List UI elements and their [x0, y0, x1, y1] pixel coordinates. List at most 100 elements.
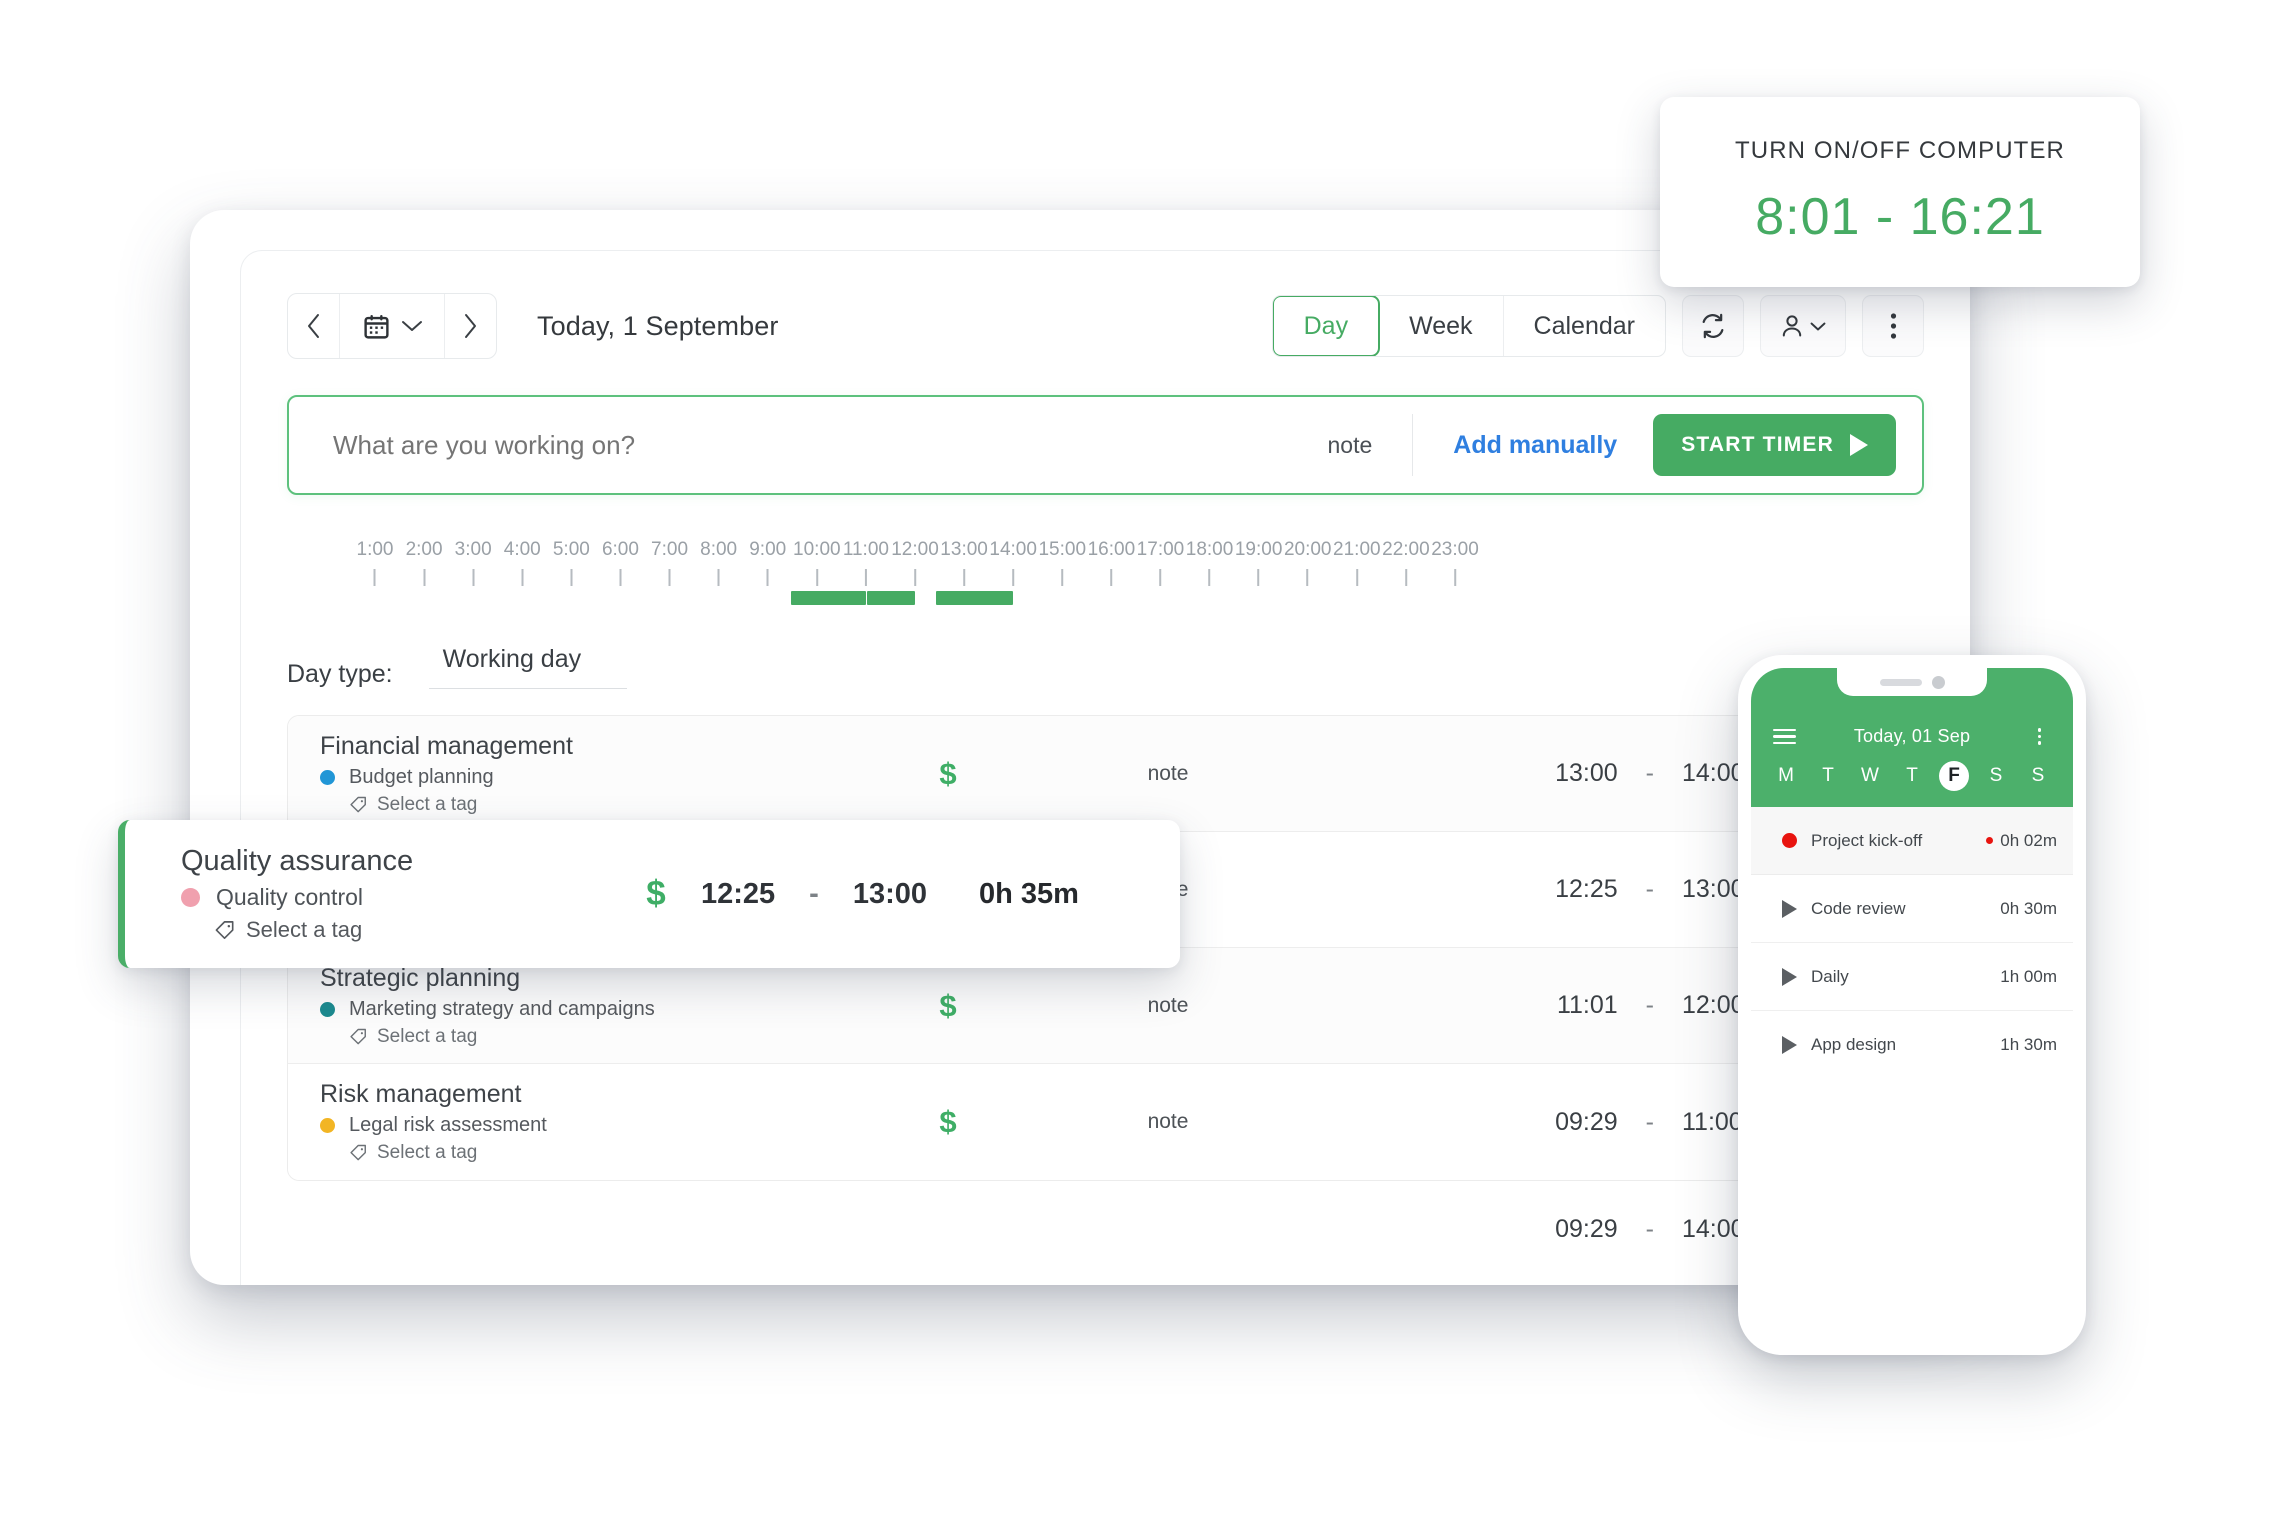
billable-toggle[interactable]: $	[888, 988, 1008, 1024]
refresh-button[interactable]	[1682, 295, 1744, 357]
time-dash: -	[1645, 991, 1654, 1019]
play-icon[interactable]	[1767, 899, 1811, 918]
list-item[interactable]: Daily 1h 00m	[1751, 943, 2073, 1011]
task-note[interactable]: note	[1008, 994, 1328, 1018]
kebab-menu-icon[interactable]	[2028, 728, 2051, 745]
task-tag-selector[interactable]: Select a tag	[349, 1142, 888, 1164]
calendar-picker-button[interactable]	[340, 294, 444, 358]
note-button[interactable]: note	[1328, 432, 1373, 459]
task-time-range: 12:25 - 13:00	[701, 878, 927, 911]
time-dash: -	[1645, 875, 1654, 903]
task-color-dot	[320, 1001, 335, 1017]
add-manually-link[interactable]: Add manually	[1453, 431, 1617, 460]
weekday-tue[interactable]: T	[1813, 761, 1843, 791]
weekday-wed[interactable]: W	[1855, 761, 1885, 791]
timeline-tick-label: 8:00	[700, 539, 738, 560]
timeline-tick-mark	[1159, 569, 1162, 586]
weekday-sun[interactable]: S	[2023, 761, 2053, 791]
billable-toggle[interactable]: $	[611, 874, 701, 914]
timeline-tick-mark	[766, 569, 769, 586]
time-dash: -	[1645, 1107, 1654, 1136]
timeline-tick: 20:00	[1284, 539, 1331, 586]
task-note[interactable]: note	[1008, 762, 1328, 786]
tab-day[interactable]: Day	[1272, 296, 1381, 356]
start-timer-button[interactable]: START TIMER	[1653, 414, 1896, 476]
task-start-time[interactable]: 12:25	[1526, 875, 1618, 904]
timeline-tick-label: 2:00	[405, 539, 443, 560]
toolbar-right-group: Day Week Calendar	[1271, 295, 1924, 357]
timer-entry-bar: note Add manually START TIMER	[287, 395, 1924, 495]
task-duration: 0h 35m	[979, 877, 1079, 910]
desktop-app-window: Today, 1 September Day Week Calendar Wha…	[190, 210, 1970, 1285]
timeline-tick-mark	[1110, 569, 1113, 586]
task-start-time[interactable]: 13:00	[1526, 759, 1618, 788]
phone-task-duration-value: 1h 30m	[2000, 1035, 2057, 1054]
weekday-mon[interactable]: M	[1771, 761, 1801, 791]
previous-day-button[interactable]	[288, 294, 340, 358]
timeline-tick: 4:00	[504, 539, 541, 586]
tab-week[interactable]: Week	[1379, 296, 1504, 356]
date-navigator	[287, 293, 497, 359]
record-icon[interactable]	[1767, 833, 1811, 848]
task-title: Quality assurance	[181, 845, 414, 877]
timeline-tick-mark	[717, 569, 720, 586]
day-type-select[interactable]: Working day	[428, 645, 628, 689]
task-info: Financial management Budget planning Sel…	[288, 732, 888, 816]
phone-task-duration: 0h 30m	[2000, 899, 2057, 919]
day-type-label: Day type:	[287, 660, 393, 688]
weekday-thu[interactable]: T	[1897, 761, 1927, 791]
highlighted-task-card[interactable]: Quality assurance Quality control Select…	[118, 820, 1180, 968]
kebab-menu-icon	[1890, 313, 1896, 339]
timeline-tick-label: 21:00	[1333, 539, 1381, 560]
task-start-time[interactable]: 12:25	[701, 878, 775, 911]
task-tag-selector[interactable]: Select a tag	[349, 1026, 888, 1048]
day-type-row: Day type: Working day	[287, 645, 1924, 689]
timeline-tick: 18:00	[1186, 539, 1233, 586]
timeline-tick-mark	[619, 569, 622, 586]
weekday-fri[interactable]: F	[1939, 761, 1969, 791]
chevron-down-icon	[401, 321, 422, 331]
tab-calendar[interactable]: Calendar	[1504, 296, 1665, 356]
timeline-tick-label: 1:00	[356, 539, 394, 560]
task-tag-selector[interactable]: Select a tag	[349, 794, 888, 816]
more-options-button[interactable]	[1862, 295, 1924, 357]
chevron-right-icon	[465, 314, 476, 338]
task-tag-selector[interactable]: Select a tag	[214, 917, 611, 943]
play-icon[interactable]	[1767, 1036, 1811, 1054]
table-row[interactable]: Financial management Budget planning Sel…	[288, 716, 1924, 832]
timeline-activity-bar[interactable]	[866, 591, 915, 605]
phone-screen: Today, 01 Sep M T W T F S S Project kick…	[1751, 668, 2073, 1342]
timeline-activity-bar[interactable]	[935, 591, 1014, 605]
timeline-activity-bars[interactable]	[375, 591, 1924, 605]
task-description-input[interactable]	[333, 429, 973, 461]
list-item[interactable]: Code review 0h 30m	[1751, 875, 2073, 943]
timeline-tick-mark	[913, 569, 916, 586]
billable-toggle[interactable]: $	[888, 1104, 1008, 1140]
timeline-tick-label: 10:00	[793, 539, 841, 560]
table-row[interactable]: Risk management Legal risk assessment Se…	[288, 1064, 1924, 1180]
timeline-activity-bar[interactable]	[791, 591, 866, 605]
timeline-tick-mark	[521, 569, 524, 586]
task-title: Risk management	[320, 1080, 522, 1108]
timeline-tick-label: 17:00	[1136, 539, 1185, 560]
list-item[interactable]: Project kick-off 0h 02m	[1751, 807, 2073, 875]
user-menu-button[interactable]	[1760, 295, 1846, 357]
task-start-time[interactable]: 11:01	[1526, 991, 1618, 1020]
task-subtitle: Marketing strategy and campaigns	[349, 997, 655, 1020]
next-day-button[interactable]	[444, 294, 496, 358]
task-end-time[interactable]: 13:00	[853, 878, 927, 911]
task-start-time[interactable]: 09:29	[1526, 1108, 1618, 1137]
timeline-tick-mark	[423, 569, 426, 586]
timeline-tick-mark	[1061, 569, 1064, 586]
task-note[interactable]: note	[1008, 1110, 1328, 1134]
task-color-dot	[320, 769, 335, 785]
phone-notch	[1837, 668, 1987, 696]
list-item[interactable]: App design 1h 30m	[1751, 1011, 2073, 1079]
task-info: Strategic planning Marketing strategy an…	[288, 964, 888, 1048]
play-icon[interactable]	[1767, 967, 1811, 986]
timeline-tick: 6:00	[602, 539, 639, 586]
billable-toggle[interactable]: $	[888, 756, 1008, 792]
hamburger-menu-icon[interactable]	[1773, 728, 1796, 745]
weekday-sat[interactable]: S	[1981, 761, 2011, 791]
task-info: Risk management Legal risk assessment Se…	[288, 1080, 888, 1164]
